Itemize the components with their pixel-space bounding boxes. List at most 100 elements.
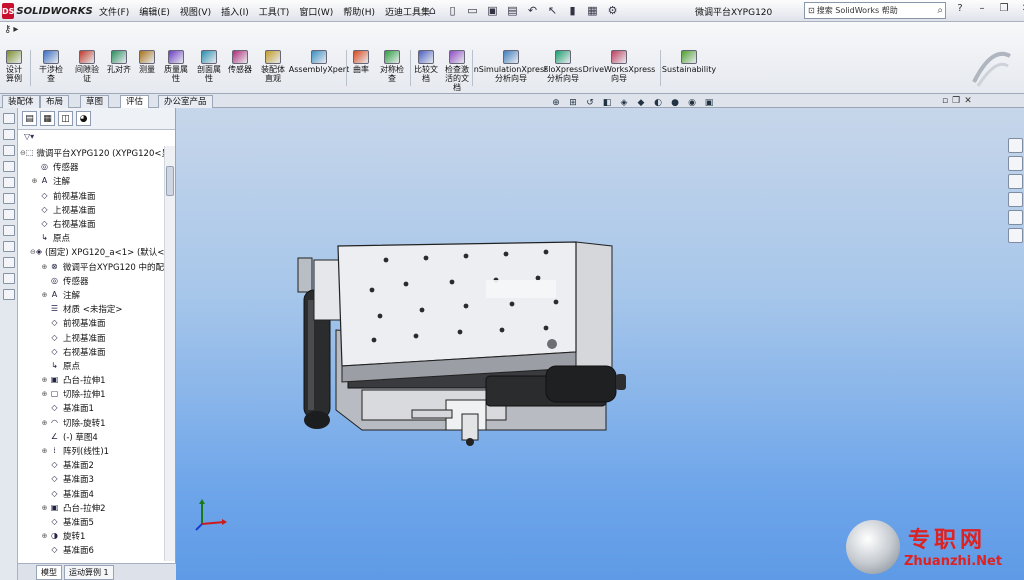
tool-icon[interactable] bbox=[2, 257, 15, 268]
tool-icon[interactable] bbox=[2, 209, 15, 220]
help-search-input[interactable]: 搜索 SolidWorks 帮助 bbox=[817, 5, 898, 16]
help-icon[interactable]: ? bbox=[952, 3, 968, 18]
menu-tools[interactable]: 工具(T) bbox=[254, 3, 295, 20]
key-icon[interactable]: ⚷ bbox=[4, 24, 11, 35]
tab-evaluate[interactable]: 评估 bbox=[120, 95, 150, 108]
tool-icon[interactable] bbox=[2, 225, 15, 236]
tree-scrollbar[interactable] bbox=[164, 146, 175, 561]
viewport-minimize-icon[interactable]: ▫ bbox=[942, 96, 948, 106]
display-style-icon[interactable]: ◆ bbox=[634, 98, 648, 110]
cmd-floxpress-button[interactable]: FloXpress分析向导 bbox=[544, 50, 582, 83]
cmd-assemblyxpert-button[interactable]: AssemblyXpert bbox=[289, 50, 349, 74]
cmd-check-doc-button[interactable]: 检查激活的文档 bbox=[444, 50, 470, 92]
view-palette-icon[interactable] bbox=[1008, 192, 1023, 207]
file-explorer-icon[interactable] bbox=[1008, 174, 1023, 189]
tree-node[interactable]: ◎ 传感器 bbox=[18, 160, 164, 174]
undo-icon[interactable]: ↶ bbox=[524, 2, 541, 19]
search-icon[interactable]: ⌕ bbox=[937, 5, 943, 16]
tree-node[interactable]: ◇ 上视基准面 bbox=[18, 203, 164, 217]
tree-node[interactable]: ⊕ ◑ 旋转1 bbox=[18, 529, 164, 543]
tab-motion-study[interactable]: 运动算例 1 bbox=[64, 564, 114, 580]
tree-node[interactable]: ⊕ ⁞ 阵列(线性)1 bbox=[18, 444, 164, 458]
menu-edit[interactable]: 编辑(E) bbox=[134, 3, 175, 20]
tree-node[interactable]: ◇ 右视基准面 bbox=[18, 345, 164, 359]
previous-view-icon[interactable]: ↺ bbox=[583, 98, 597, 110]
tab-model[interactable]: 模型 bbox=[36, 564, 62, 580]
print-icon[interactable]: ▤ bbox=[504, 2, 521, 19]
expand-toggle-icon[interactable]: ⊕ bbox=[40, 419, 49, 427]
cmd-section-props-button[interactable]: 剖面属性 bbox=[196, 50, 222, 83]
tree-node[interactable]: ◇ 基准面1 bbox=[18, 401, 164, 415]
tree-node[interactable]: ⊖ ◈ (固定) XPG120_a<1> (默认< bbox=[18, 245, 164, 259]
hide-show-icon[interactable]: ◐ bbox=[651, 98, 665, 110]
expand-toggle-icon[interactable]: ⊕ bbox=[40, 504, 49, 512]
tab-layout[interactable]: 布局 bbox=[40, 95, 70, 108]
tree-node[interactable]: ⊕ ▣ 凸台-拉伸1 bbox=[18, 373, 164, 387]
tree-node[interactable]: ◇ 基准面6 bbox=[18, 543, 164, 557]
expand-toggle-icon[interactable]: ⊕ bbox=[40, 291, 49, 299]
appearance-icon[interactable]: ◕ bbox=[76, 111, 91, 126]
menu-help[interactable]: 帮助(H) bbox=[338, 3, 380, 20]
menu-insert[interactable]: 插入(I) bbox=[216, 3, 254, 20]
expand-toggle-icon[interactable]: ⊕ bbox=[40, 532, 49, 540]
tree-node[interactable]: ∠ (-) 草图4 bbox=[18, 430, 164, 444]
tree-node[interactable]: ☰ 材质 <未指定> bbox=[18, 302, 164, 316]
tree-node[interactable]: ⊖ ⬚ 微调平台XYPG120 (XYPG120<显 bbox=[18, 146, 164, 160]
cmd-simxpress-button[interactable]: nSimulationXpress分析向导 bbox=[474, 50, 548, 83]
property-manager-icon[interactable]: ▦ bbox=[40, 111, 55, 126]
cmd-curvature-button[interactable]: 曲率 bbox=[350, 50, 372, 74]
xy-stage-model[interactable] bbox=[276, 220, 726, 460]
viewport-restore-icon[interactable]: ❐ bbox=[952, 96, 960, 106]
zoom-fit-icon[interactable]: ⊕ bbox=[549, 98, 563, 110]
expand-toggle-icon[interactable]: ⊕ bbox=[40, 447, 49, 455]
file-properties-icon[interactable]: ▦ bbox=[584, 2, 601, 19]
menu-view[interactable]: 视图(V) bbox=[175, 3, 216, 20]
view-orientation-icon[interactable]: ◈ bbox=[617, 98, 631, 110]
tree-node[interactable]: ◇ 上视基准面 bbox=[18, 330, 164, 344]
tree-node[interactable]: ⊕ A 注解 bbox=[18, 288, 164, 302]
resources-icon[interactable] bbox=[1008, 138, 1023, 153]
expand-toggle-icon[interactable]: ⊕ bbox=[40, 390, 49, 398]
tree-node[interactable]: ◇ 基准面4 bbox=[18, 487, 164, 501]
tree-node[interactable]: ◇ 前视基准面 bbox=[18, 189, 164, 203]
edit-appearance-icon[interactable]: ● bbox=[668, 98, 682, 110]
tree-node[interactable]: ⊕ ▣ 凸台-拉伸2 bbox=[18, 501, 164, 515]
cmd-clearance-button[interactable]: 间隙验证 bbox=[74, 50, 100, 83]
feature-tree-icon[interactable]: ▤ bbox=[22, 111, 37, 126]
viewport-close-icon[interactable]: ✕ bbox=[964, 96, 972, 106]
minimize-icon[interactable]: – bbox=[974, 3, 990, 18]
cmd-measure-button[interactable]: 测量 bbox=[138, 50, 156, 74]
cmd-sustainability-button[interactable]: Sustainability bbox=[662, 50, 716, 74]
tab-office-products[interactable]: 办公室产品 bbox=[158, 95, 213, 108]
cmd-sensor-button[interactable]: 传感器 bbox=[228, 50, 252, 74]
open-icon[interactable]: ▭ bbox=[464, 2, 481, 19]
menu-window[interactable]: 窗口(W) bbox=[294, 3, 338, 20]
tree-node[interactable]: ◇ 基准面3 bbox=[18, 472, 164, 486]
rebuild-icon[interactable]: ▮ bbox=[564, 2, 581, 19]
tree-node[interactable]: ◇ 前视基准面 bbox=[18, 316, 164, 330]
design-library-icon[interactable] bbox=[1008, 156, 1023, 171]
zoom-area-icon[interactable]: ⊞ bbox=[566, 98, 580, 110]
tool-icon[interactable] bbox=[2, 145, 15, 156]
tree-node[interactable]: ⊕ ▢ 切除-拉伸1 bbox=[18, 387, 164, 401]
options-icon[interactable]: ⚙ bbox=[604, 2, 621, 19]
cmd-interference-button[interactable]: 干涉检查 bbox=[38, 50, 64, 83]
cmd-hole-align-button[interactable]: 孔对齐 bbox=[106, 50, 132, 74]
apply-scene-icon[interactable]: ◉ bbox=[685, 98, 699, 110]
tree-node[interactable]: ⊕ ◠ 切除-旋转1 bbox=[18, 416, 164, 430]
tree-node[interactable]: ⊕ ⊗ 微调平台XYPG120 中的配 bbox=[18, 260, 164, 274]
appearances-icon[interactable] bbox=[1008, 210, 1023, 225]
filter-icon[interactable]: ▽▾ bbox=[18, 130, 175, 142]
cmd-compare-button[interactable]: 比较文档 bbox=[414, 50, 438, 83]
cmd-driveworks-button[interactable]: DriveWorksXpress向导 bbox=[583, 50, 655, 83]
view-settings-icon[interactable]: ▣ bbox=[702, 98, 716, 110]
tree-node[interactable]: ◇ 右视基准面 bbox=[18, 217, 164, 231]
tab-sketch[interactable]: 草图 bbox=[80, 95, 110, 108]
cmd-assembly-visual-button[interactable]: 装配体直观 bbox=[260, 50, 286, 83]
pin-icon[interactable]: ⌂ bbox=[424, 2, 441, 19]
cmd-symmetry-button[interactable]: 对称检查 bbox=[380, 50, 404, 83]
scrollbar-thumb[interactable] bbox=[166, 166, 174, 196]
new-icon[interactable]: ▯ bbox=[444, 2, 461, 19]
close-icon[interactable]: ✕ bbox=[1018, 3, 1024, 18]
section-view-icon[interactable]: ◧ bbox=[600, 98, 614, 110]
